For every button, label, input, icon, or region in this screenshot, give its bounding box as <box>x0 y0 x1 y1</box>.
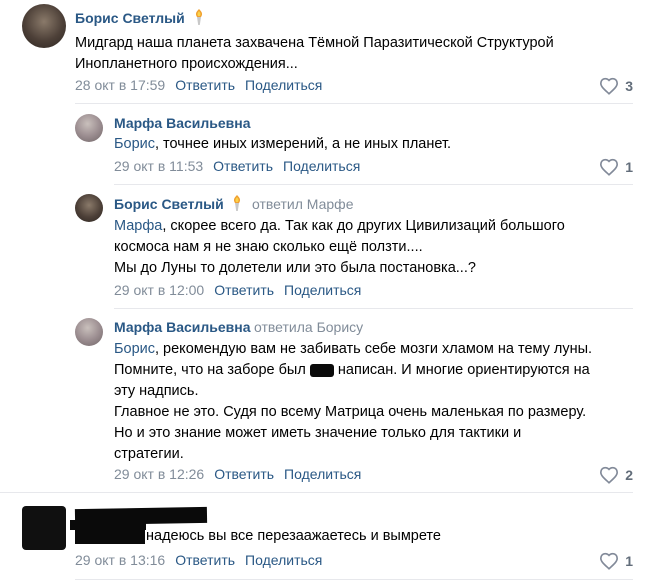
comment-text: Борис, рекомендую вам не забивать себе м… <box>114 341 593 462</box>
timestamp[interactable]: 28 окт в 17:59 <box>75 77 165 93</box>
reply-to-label[interactable]: ответил Марфе <box>252 196 353 212</box>
share-button[interactable]: Поделиться <box>245 552 322 568</box>
avatar[interactable] <box>22 506 66 550</box>
avatar[interactable] <box>22 4 66 48</box>
like-button[interactable]: 2 <box>599 466 633 484</box>
heart-icon <box>600 552 619 570</box>
like-count: 3 <box>625 78 633 94</box>
like-button[interactable]: 3 <box>599 77 633 95</box>
author-name[interactable]: Борис Светлый <box>75 10 185 26</box>
reply-button[interactable]: Ответить <box>213 158 273 174</box>
avatar[interactable] <box>75 318 103 346</box>
timestamp[interactable]: 29 окт в 11:53 <box>114 158 203 174</box>
comment-meta: 29 окт в 11:53 Ответить Поделиться <box>114 158 370 174</box>
author-name[interactable]: Марфа Васильевна <box>114 115 251 131</box>
comment-meta: 29 окт в 13:16 Ответить Поделиться <box>75 552 332 568</box>
divider <box>114 308 633 309</box>
share-button[interactable]: Поделиться <box>283 158 360 174</box>
timestamp[interactable]: 29 окт в 12:00 <box>114 282 204 298</box>
share-button[interactable]: Поделиться <box>284 466 361 482</box>
heart-icon <box>600 77 619 95</box>
redacted-name <box>75 528 145 544</box>
redaction-box <box>309 363 334 377</box>
reply-button[interactable]: Ответить <box>175 77 235 93</box>
divider <box>75 579 633 580</box>
divider <box>75 103 633 104</box>
torch-icon <box>233 195 241 211</box>
share-button[interactable]: Поделиться <box>284 282 361 298</box>
like-count: 1 <box>625 553 633 569</box>
heart-icon <box>600 158 619 176</box>
comment-meta: 28 окт в 17:59 Ответить Поделиться <box>75 77 332 93</box>
timestamp[interactable]: 29 окт в 12:26 <box>114 466 204 482</box>
share-button[interactable]: Поделиться <box>245 77 322 93</box>
reply-button[interactable]: Ответить <box>175 552 235 568</box>
avatar[interactable] <box>75 194 103 222</box>
mention-link[interactable]: Марфа <box>114 218 162 234</box>
comment-text: надеюсь вы все перезаажаетесь и вымрете <box>146 528 441 544</box>
timestamp[interactable]: 29 окт в 13:16 <box>75 552 165 568</box>
comment-text: Марфа, скорее всего да. Так как до други… <box>114 218 565 276</box>
author-name[interactable]: Борис Светлый <box>114 196 224 212</box>
reply-button[interactable]: Ответить <box>214 282 274 298</box>
comment-meta: 29 окт в 12:00 Ответить Поделиться <box>114 282 371 298</box>
like-button[interactable]: 1 <box>599 552 633 570</box>
like-count: 2 <box>625 467 633 483</box>
comment-text: Борис, точнее иных измерений, а не иных … <box>114 136 452 152</box>
divider <box>114 184 633 185</box>
reply-button[interactable]: Ответить <box>214 466 274 482</box>
comment-text: Мидгард наша планета захвачена Тёмной Па… <box>75 35 554 72</box>
comment-meta: 29 окт в 12:26 Ответить Поделиться <box>114 466 371 482</box>
heart-icon <box>600 466 619 484</box>
mention-link[interactable]: Борис <box>114 136 155 152</box>
avatar[interactable] <box>75 114 103 142</box>
mention-link[interactable]: Борис <box>114 341 155 357</box>
torch-icon <box>195 9 203 25</box>
author-name[interactable]: Марфа Васильевна <box>114 319 251 335</box>
reply-to-label[interactable]: ответила Борису <box>254 319 363 335</box>
like-count: 1 <box>625 159 633 175</box>
like-button[interactable]: 1 <box>599 158 633 176</box>
divider <box>0 492 633 493</box>
